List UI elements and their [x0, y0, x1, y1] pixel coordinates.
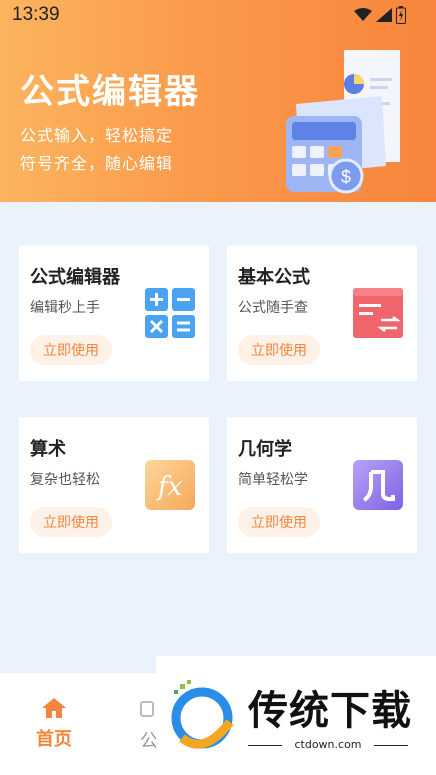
- card-subtitle: 简单轻松学: [238, 472, 308, 488]
- status-bar: 13:39: [0, 0, 436, 32]
- watermark-overlay: 传统下载 ctdown.com: [156, 656, 436, 775]
- svg-text:fx: fx: [156, 472, 183, 502]
- hero-subtitle-2: 符号齐全，随心编辑: [20, 154, 174, 173]
- status-time: 13:39: [12, 4, 60, 25]
- use-now-button[interactable]: 立即使用: [238, 335, 320, 365]
- use-now-button[interactable]: 立即使用: [238, 507, 320, 537]
- home-icon: [42, 698, 66, 718]
- battery-icon: [396, 6, 406, 24]
- card-subtitle: 公式随手查: [238, 300, 308, 316]
- wifi-icon: [354, 8, 372, 21]
- card-title: 几何学: [238, 439, 292, 460]
- hero-title: 公式编辑器: [20, 72, 200, 112]
- watermark-divider-right: [374, 745, 408, 746]
- card-basic-formulas[interactable]: 基本公式 公式随手查 立即使用: [227, 245, 417, 381]
- card-arithmetic[interactable]: 算术 复杂也轻松 立即使用 fx: [19, 417, 209, 553]
- use-now-button[interactable]: 立即使用: [30, 335, 112, 365]
- watermark-logo-icon: [171, 680, 234, 749]
- card-subtitle: 编辑秒上手: [30, 300, 100, 316]
- nav-second-icon: [140, 701, 154, 717]
- nav-home-label: 首页: [36, 729, 72, 750]
- use-now-button[interactable]: 立即使用: [30, 507, 112, 537]
- calculator-illustration: $: [286, 50, 400, 194]
- signal-icon: [376, 8, 392, 22]
- card-formula-editor[interactable]: 公式编辑器 编辑秒上手 立即使用: [19, 245, 209, 381]
- card-title: 公式编辑器: [30, 267, 120, 288]
- hero-subtitle-1: 公式输入，轻松搞定: [20, 126, 174, 145]
- svg-text:$: $: [341, 167, 351, 187]
- header-banner: 13:39 公式编辑器 公式输入，轻松搞定 符号齐全，随心编辑 $: [0, 0, 436, 202]
- geometry-ji-icon: [353, 460, 403, 510]
- card-title: 算术: [30, 439, 66, 460]
- status-icons: [354, 6, 406, 24]
- watermark-text: 传统下载: [248, 688, 412, 734]
- formula-list-icon: [353, 288, 403, 338]
- card-title: 基本公式: [238, 267, 310, 288]
- card-geometry[interactable]: 几何学 简单轻松学 立即使用: [227, 417, 417, 553]
- calculator-ops-icon: [145, 288, 195, 338]
- card-subtitle: 复杂也轻松: [30, 472, 100, 488]
- fx-icon: fx: [145, 460, 195, 510]
- nav-home-tab[interactable]: 首页: [28, 697, 80, 751]
